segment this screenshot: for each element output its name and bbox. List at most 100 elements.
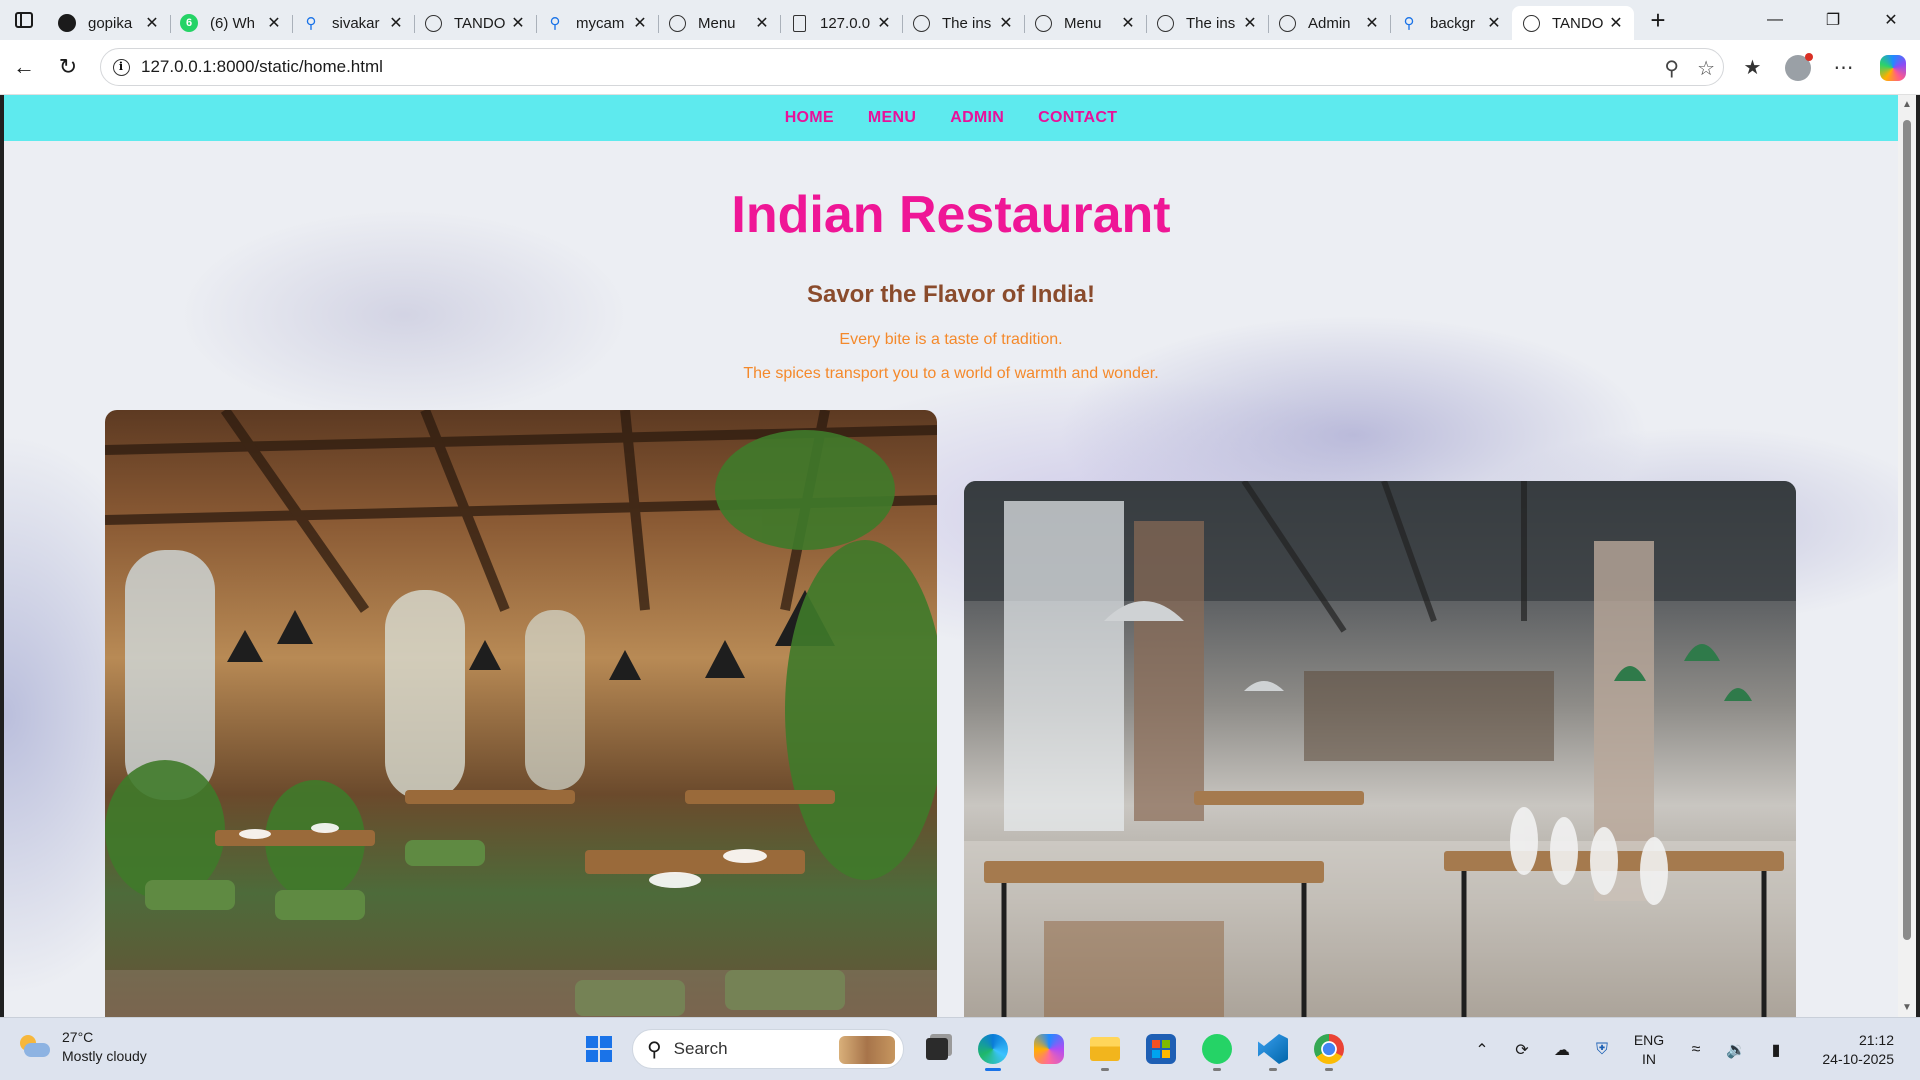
restaurant-photo-garden <box>105 410 937 1017</box>
tab-title: (6) Wh <box>210 14 255 32</box>
tab[interactable]: TANDO ✕ <box>414 6 536 40</box>
file-explorer-icon[interactable] <box>1082 1026 1128 1072</box>
profile-avatar[interactable] <box>1785 52 1813 81</box>
new-tab-button[interactable]: + <box>1638 0 1678 40</box>
globe-icon <box>1278 14 1296 32</box>
tab[interactable]: ⚲ mycam ✕ <box>536 6 658 40</box>
language-indicator[interactable]: ENG IN <box>1622 1031 1676 1069</box>
tab-close-icon[interactable]: ✕ <box>510 13 526 33</box>
nav-link-contact[interactable]: CONTACT <box>1038 109 1117 127</box>
file-icon <box>790 14 808 32</box>
github-icon <box>58 14 76 32</box>
restore-button[interactable]: ❐ <box>1804 0 1862 40</box>
tab[interactable]: Menu ✕ <box>1024 6 1146 40</box>
tab[interactable]: gopika ✕ <box>48 6 170 40</box>
sync-icon[interactable]: ⟳ <box>1502 1018 1542 1080</box>
favorites-icon[interactable]: ★ <box>1730 40 1775 95</box>
tab-close-icon[interactable]: ✕ <box>266 13 282 33</box>
nav-link-admin[interactable]: ADMIN <box>950 109 1004 127</box>
tab[interactable]: 127.0.0 ✕ <box>780 6 902 40</box>
tab[interactable]: Menu ✕ <box>658 6 780 40</box>
tab-title: mycam <box>576 14 625 32</box>
favorite-star-icon[interactable]: ☆ <box>1697 56 1715 81</box>
vscode-icon[interactable] <box>1250 1026 1296 1072</box>
onedrive-offline-icon[interactable]: ☁ <box>1542 1018 1582 1080</box>
tab-close-icon[interactable]: ✕ <box>1364 13 1380 33</box>
store-icon[interactable] <box>1138 1026 1184 1072</box>
task-view-icon[interactable] <box>914 1026 960 1072</box>
wifi-icon[interactable]: ≈ <box>1676 1018 1716 1080</box>
weather-description: Mostly cloudy <box>62 1048 147 1064</box>
tab[interactable]: ⚲ backgr ✕ <box>1390 6 1512 40</box>
restaurant-photo-industrial-illustration <box>964 481 1796 1017</box>
minimize-button[interactable]: — <box>1746 0 1804 40</box>
tab[interactable]: The ins ✕ <box>1146 6 1268 40</box>
tab-title: gopika <box>88 14 133 32</box>
page-scrollbar[interactable]: ▲ ▼ <box>1898 95 1916 1017</box>
tab-actions-icon <box>15 12 33 28</box>
back-button[interactable]: ← <box>2 45 46 89</box>
tab-close-icon[interactable]: ✕ <box>1608 13 1624 33</box>
url-text[interactable]: 127.0.0.1:8000/static/home.html <box>141 57 383 77</box>
tab-close-icon[interactable]: ✕ <box>1486 13 1502 33</box>
tab-close-icon[interactable]: ✕ <box>754 13 770 33</box>
more-options-icon[interactable]: ⋯ <box>1821 40 1866 95</box>
tab-title: Menu <box>698 14 736 32</box>
weather-temperature: 27°C <box>62 1029 94 1045</box>
zoom-icon[interactable]: ⚲ <box>1664 56 1679 81</box>
tab-close-icon[interactable]: ✕ <box>632 13 648 33</box>
tab-close-icon[interactable]: ✕ <box>998 13 1014 33</box>
system-tray: ⌃ ⟳ ☁ ⛨ ENG IN ≈ 🔉 ▮ 21:12 24-10-2025 <box>1462 1018 1920 1080</box>
tab-close-icon[interactable]: ✕ <box>144 13 160 33</box>
tab-title: Menu <box>1064 14 1102 32</box>
security-shield-icon[interactable]: ⛨ <box>1582 1018 1622 1080</box>
partly-cloudy-icon <box>18 1033 50 1061</box>
nav-link-menu[interactable]: MENU <box>868 109 916 127</box>
tab-close-icon[interactable]: ✕ <box>876 13 892 33</box>
taskbar-apps: ⚲ Search <box>576 1026 1352 1072</box>
tab-active[interactable]: TANDO ✕ <box>1512 6 1634 40</box>
tab-actions-button[interactable] <box>0 0 48 40</box>
search-highlight-image <box>839 1036 895 1064</box>
tab-close-icon[interactable]: ✕ <box>388 13 404 33</box>
copilot-icon[interactable] <box>1880 54 1906 81</box>
search-icon: ⚲ <box>549 15 561 32</box>
search-icon: ⚲ <box>305 15 317 32</box>
info-icon: i <box>112 58 130 76</box>
globe-icon <box>1156 14 1174 32</box>
chrome-icon[interactable] <box>1306 1026 1352 1072</box>
scroll-up-arrow-icon[interactable]: ▲ <box>1902 99 1912 110</box>
region-code: IN <box>1642 1050 1656 1067</box>
tab[interactable]: Admin ✕ <box>1268 6 1390 40</box>
site-info-button[interactable]: i <box>101 48 141 86</box>
scroll-down-arrow-icon[interactable]: ▼ <box>1902 1002 1912 1013</box>
windows-taskbar: 27°C Mostly cloudy ⚲ Search ⌃ ⟳ ☁ ⛨ ENG … <box>0 1017 1920 1080</box>
tab[interactable]: The ins ✕ <box>902 6 1024 40</box>
weather-widget[interactable]: 27°C Mostly cloudy <box>18 1028 147 1066</box>
taskbar-search[interactable]: ⚲ Search <box>632 1029 904 1069</box>
nav-link-home[interactable]: HOME <box>785 109 834 127</box>
window-controls: — ❐ ✕ <box>1746 0 1920 40</box>
volume-icon[interactable]: 🔉 <box>1716 1018 1756 1080</box>
tab-title: The ins <box>1186 14 1236 32</box>
search-icon: ⚲ <box>647 1038 662 1061</box>
close-window-button[interactable]: ✕ <box>1862 0 1920 40</box>
system-clock[interactable]: 21:12 24-10-2025 <box>1796 1031 1920 1069</box>
edge-icon[interactable] <box>970 1026 1016 1072</box>
tab-title: sivakar <box>332 14 380 32</box>
globe-icon <box>912 14 930 32</box>
copilot-app-icon[interactable] <box>1026 1026 1072 1072</box>
battery-icon[interactable]: ▮ <box>1756 1018 1796 1080</box>
tab-list: gopika ✕ 6 (6) Wh ✕ ⚲ sivakar ✕ TANDO ✕ ⚲ mycam ✕ Men… <box>48 0 1634 40</box>
tab[interactable]: ⚲ sivakar ✕ <box>292 6 414 40</box>
start-button[interactable] <box>576 1026 622 1072</box>
refresh-button[interactable]: ↻ <box>46 45 90 89</box>
tab[interactable]: 6 (6) Wh ✕ <box>170 6 292 40</box>
show-hidden-icons-chevron-icon[interactable]: ⌃ <box>1462 1018 1502 1080</box>
address-bar[interactable]: i 127.0.0.1:8000/static/home.html ⚲ ☆ <box>100 48 1724 86</box>
scroll-thumb[interactable] <box>1903 120 1911 940</box>
tab-close-icon[interactable]: ✕ <box>1120 13 1136 33</box>
tab-close-icon[interactable]: ✕ <box>1242 13 1258 33</box>
page-tagline: Savor the Flavor of India! <box>806 281 1096 308</box>
whatsapp-icon[interactable] <box>1194 1026 1240 1072</box>
